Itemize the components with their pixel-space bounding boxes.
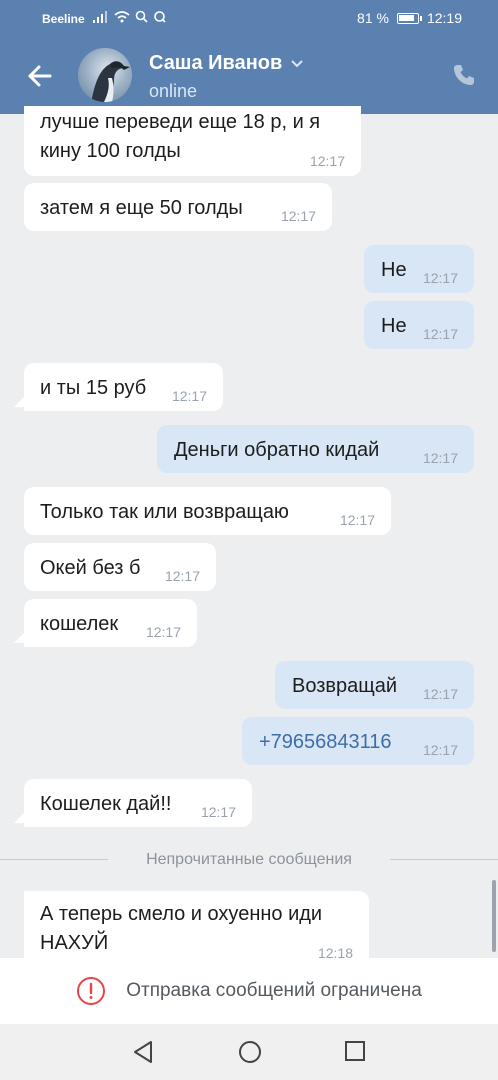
system-nav-bar <box>0 1024 498 1080</box>
message-time: 12:17 <box>422 326 458 342</box>
chevron-down-icon <box>291 59 303 67</box>
message-time: 12:17 <box>339 512 375 528</box>
sync-icon <box>154 11 166 23</box>
message-outgoing[interactable]: +79656843116 12:17 <box>242 717 474 765</box>
avatar[interactable] <box>78 48 132 102</box>
status-icons <box>93 10 166 23</box>
carrier-label: Beeline <box>42 12 85 26</box>
warning-icon <box>77 977 106 1005</box>
contact-name: Саша Иванов <box>149 52 283 74</box>
wifi-icon <box>114 10 130 22</box>
message-incoming[interactable]: А теперь смело и охуенно иди НАХУЙ 12:18 <box>24 891 369 958</box>
message-time: 12:17 <box>164 568 200 584</box>
search-icon <box>135 10 148 23</box>
message-outgoing[interactable]: Деньги обратно кидай 12:17 <box>157 425 474 473</box>
message-time: 12:17 <box>422 686 458 702</box>
message-time: 12:17 <box>171 388 207 404</box>
message-time: 12:17 <box>145 624 181 640</box>
unread-divider-label: Непрочитанные сообщения <box>146 851 352 868</box>
message-outgoing[interactable]: Не 12:17 <box>364 301 474 349</box>
message-incoming[interactable]: кошелек 12:17 <box>14 599 197 647</box>
message-text: Только так или возвращаю <box>40 501 289 523</box>
message-time: 12:17 <box>280 208 316 224</box>
message-incoming[interactable]: Только так или возвращаю 12:17 <box>24 487 391 535</box>
battery-icon <box>396 12 422 24</box>
nav-recents-icon[interactable] <box>344 1040 366 1062</box>
back-arrow-icon[interactable] <box>24 60 56 92</box>
clock: 12:19 <box>426 10 462 26</box>
message-time: 12:17 <box>200 804 236 820</box>
nav-back-icon[interactable] <box>132 1040 154 1064</box>
phone-icon[interactable] <box>452 63 476 87</box>
scrollbar[interactable] <box>492 880 496 952</box>
battery-percent: 81 % <box>357 10 389 26</box>
penguin-icon <box>92 61 130 102</box>
message-time: 12:18 <box>317 945 353 958</box>
restriction-text: Отправка сообщений ограничена <box>126 980 422 1001</box>
message-time: 12:17 <box>422 270 458 286</box>
app-header: Beeline 81 % 12:19 Саша Иванов online <box>0 0 498 114</box>
signal-icon <box>93 10 107 23</box>
message-incoming[interactable]: Окей без б 12:17 <box>24 543 216 591</box>
message-outgoing[interactable]: Не 12:17 <box>364 245 474 293</box>
message-outgoing[interactable]: Возвращай 12:17 <box>275 661 474 709</box>
message-incoming[interactable]: затем я еще 50 голды 12:17 <box>24 183 332 231</box>
message-time: 12:17 <box>309 153 345 169</box>
message-text-line: лучше переведи еще 18 р, и я <box>40 111 321 133</box>
nav-home-icon[interactable] <box>238 1040 262 1064</box>
contact-info[interactable]: Саша Иванов online <box>149 52 304 102</box>
status-bar: Beeline 81 % 12:19 <box>0 0 498 38</box>
unread-divider: Непрочитанные сообщения <box>0 850 498 870</box>
message-text-line: А теперь смело и охуенно иди <box>40 903 323 925</box>
message-time: 12:17 <box>422 742 458 758</box>
contact-name-row[interactable]: Саша Иванов <box>149 52 304 75</box>
message-incoming[interactable]: и ты 15 руб 12:17 <box>14 363 223 411</box>
message-incoming[interactable]: лучше переведи еще 18 р, и я кину 100 го… <box>24 106 361 176</box>
restriction-banner: Отправка сообщений ограничена <box>0 958 498 1024</box>
presence-status: online <box>149 81 198 101</box>
message-incoming[interactable]: Кошелек дай!! 12:17 <box>14 779 252 827</box>
message-time: 12:17 <box>422 450 458 466</box>
status-right: 81 % 12:19 <box>357 10 462 26</box>
